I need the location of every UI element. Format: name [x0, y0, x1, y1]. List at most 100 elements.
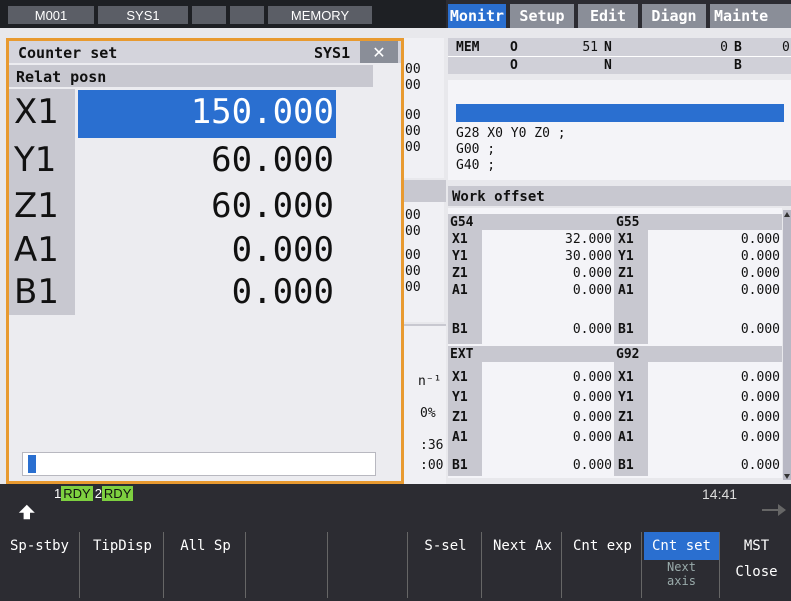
softkey-cnt-set-sub: Next axis — [667, 560, 696, 588]
g2-rv-5: 0.000 — [740, 458, 780, 473]
g1-axis-2: Y1 — [452, 249, 468, 264]
g2-lv-4: 0.000 — [572, 430, 612, 445]
counter-value-y1[interactable]: 60.000 — [90, 140, 334, 180]
mem-o2-label: O — [510, 58, 518, 73]
status-program: M001 — [8, 6, 94, 24]
group-header-1 — [448, 214, 782, 230]
softkey-tipdisp[interactable]: TipDisp — [82, 532, 164, 598]
counter-input-field[interactable] — [22, 452, 376, 476]
g1-axis-r1: X1 — [618, 232, 634, 247]
program-cursor-line — [456, 104, 784, 122]
work-offset-scrollbar[interactable] — [783, 210, 791, 480]
program-line-2: G00 ; — [456, 142, 496, 157]
scroll-down-arrow-icon[interactable] — [784, 474, 790, 479]
scroll-up-arrow-icon[interactable] — [784, 212, 790, 217]
g2-rv-1: 0.000 — [740, 370, 780, 385]
tab-setup[interactable]: Setup — [510, 4, 574, 28]
counter-axis-a1: A1 — [14, 230, 59, 270]
g2-lv-2: 0.000 — [572, 390, 612, 405]
g1-axis-r2: Y1 — [618, 249, 634, 264]
g2-lv-5: 0.000 — [572, 458, 612, 473]
mem-n-value: 0 — [720, 40, 728, 55]
g2-axis-r3: Z1 — [618, 410, 634, 425]
mem-label: MEM — [456, 40, 480, 55]
bg-row-1: 00 — [405, 62, 421, 77]
counter-value-z1[interactable]: 60.000 — [90, 186, 334, 226]
softkey-empty-1[interactable] — [248, 532, 328, 598]
softkey-s-sel[interactable]: S-sel — [410, 532, 482, 598]
status-slot-1 — [192, 6, 226, 24]
rdy-2-label: RDY — [101, 486, 134, 501]
g1-rv-2: 0.000 — [740, 249, 780, 264]
counter-value-b1[interactable]: 0.000 — [90, 272, 334, 312]
status-mode: MEMORY — [268, 6, 372, 24]
status-system: SYS1 — [98, 6, 188, 24]
softkey-mst[interactable]: MST Close — [722, 532, 791, 598]
tab-diagn[interactable]: Diagn — [642, 4, 706, 28]
bg-row-2: 00 — [405, 78, 421, 93]
softkey-cnt-exp[interactable]: Cnt exp — [564, 532, 642, 598]
g2-axis-4: A1 — [452, 430, 468, 445]
counter-axis-y1: Y1 — [14, 140, 57, 180]
g2-lv-1: 0.000 — [572, 370, 612, 385]
softkey-next-ax[interactable]: Next Ax — [484, 532, 562, 598]
g2-axis-1: X1 — [452, 370, 468, 385]
g1-axis-3: Z1 — [452, 266, 468, 281]
g1-lv-5: 0.000 — [572, 322, 612, 337]
tab-edit[interactable]: Edit — [578, 4, 638, 28]
relat-posn-label: Relat posn — [16, 68, 107, 86]
g2-lv-3: 0.000 — [572, 410, 612, 425]
bg-speed-unit: n⁻¹ — [418, 374, 442, 389]
g2-axis-3: Z1 — [452, 410, 468, 425]
g1-lv-3: 0.000 — [572, 266, 612, 281]
bg-row-4: 00 — [405, 124, 421, 139]
g2-rv-2: 0.000 — [740, 390, 780, 405]
program-line-1: G28 X0 Y0 Z0 ; — [456, 126, 566, 141]
group-header-2 — [448, 346, 782, 362]
clock: 14:41 — [702, 486, 738, 502]
group2-right-name: G92 — [616, 347, 640, 362]
g2-axis-r4: A1 — [618, 430, 634, 445]
softkey-mst-sub: Close — [735, 564, 778, 580]
group1-left-name: G54 — [450, 215, 474, 230]
g2-axis-2: Y1 — [452, 390, 468, 405]
bg-row-10: 00 — [405, 280, 421, 295]
counter-set-title: Counter set — [18, 44, 118, 62]
input-caret — [28, 455, 36, 473]
rdy-2-number: 2 — [94, 486, 102, 501]
bg-row-6: 00 — [405, 208, 421, 223]
softkey-cnt-set[interactable]: Cnt set Next axis — [644, 532, 720, 598]
work-offset-title: Work offset — [452, 189, 545, 205]
close-button[interactable]: ✕ — [360, 41, 398, 63]
monitor-strip-divider — [404, 180, 446, 202]
mem-b-label: B — [734, 40, 742, 55]
counter-value-a1[interactable]: 0.000 — [90, 230, 334, 270]
counter-set-system: SYS1 — [314, 44, 351, 62]
right-arrow-icon[interactable] — [760, 500, 788, 520]
g1-lv-1: 32.000 — [565, 232, 612, 247]
softkey-empty-2[interactable] — [330, 532, 408, 598]
mem-n2-label: N — [604, 58, 612, 73]
counter-value-x1[interactable]: 150.000 — [90, 92, 334, 132]
counter-axis-z1: Z1 — [14, 186, 59, 226]
group1-right-name: G55 — [616, 215, 640, 230]
g2-axis-r5: B1 — [618, 458, 634, 473]
g1-axis-r4: A1 — [618, 283, 634, 298]
g2-axis-r2: Y1 — [618, 390, 634, 405]
up-arrow-icon[interactable] — [14, 500, 40, 524]
mem-n-label: N — [604, 40, 612, 55]
bg-row-8: 00 — [405, 248, 421, 263]
bg-percent: 0% — [420, 406, 436, 421]
status-slot-2 — [230, 6, 264, 24]
rdy-1-badge: 1 RDY 2 RDY — [54, 486, 134, 501]
g1-axis-4: A1 — [452, 283, 468, 298]
mem-o-value: 51 — [582, 40, 598, 55]
g1-axis-5: B1 — [452, 322, 468, 337]
bg-row-5: 00 — [405, 140, 421, 155]
g1-rv-1: 0.000 — [740, 232, 780, 247]
mem-o-label: O — [510, 40, 518, 55]
softkey-sp-stby[interactable]: Sp-stby — [0, 532, 80, 598]
tab-mainte[interactable]: Mainte — [710, 4, 791, 28]
softkey-all-sp[interactable]: All Sp — [166, 532, 246, 598]
tab-monitor[interactable]: Monitr — [448, 4, 506, 28]
